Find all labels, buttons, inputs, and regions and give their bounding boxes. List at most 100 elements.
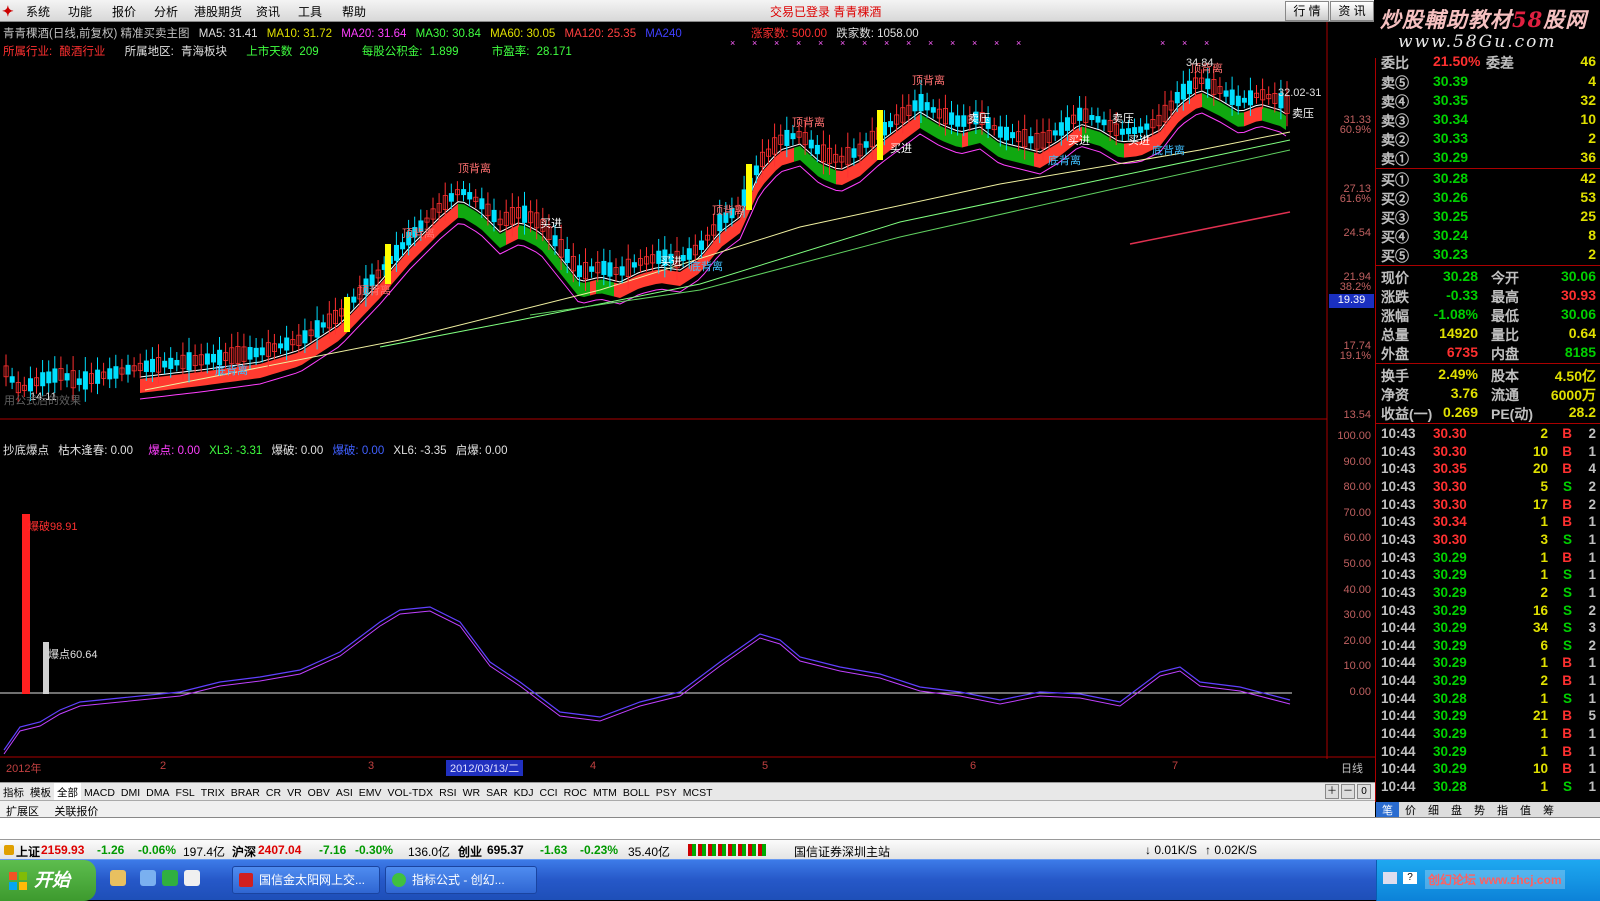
quote-panel-tab[interactable]: 笔: [1376, 802, 1399, 818]
menu-tools[interactable]: 工具: [298, 3, 322, 20]
ask-row[interactable]: 卖① 30.29 36: [1378, 148, 1598, 167]
price-axis-label: 27.13 61.6%: [1339, 183, 1371, 205]
chart-area[interactable]: 顶背离 顶背离 顶背离 顶背离 顶背离 顶背离 顶背离 底背离 底背离 底背离 底背离 卖压 卖压 卖压买…: [0, 22, 1375, 782]
candle-body: [491, 209, 497, 223]
quote-panel-tab[interactable]: 值: [1514, 802, 1537, 818]
zoom-button[interactable]: 0: [1357, 784, 1371, 799]
bid-row[interactable]: 买④ 30.24 8: [1378, 226, 1598, 245]
tray-network-icon[interactable]: [1383, 872, 1397, 884]
indicator-tab[interactable]: SAR: [483, 785, 511, 801]
indicator-tab[interactable]: TRIX: [198, 785, 228, 801]
news-button[interactable]: 资 讯: [1330, 1, 1374, 21]
tick-side: S: [1562, 637, 1572, 653]
tick-time: 10:44: [1381, 637, 1416, 653]
bid-row[interactable]: 买⑤ 30.23 2: [1378, 245, 1598, 264]
tick-price: 30.30: [1433, 443, 1467, 459]
menu-hk-futures[interactable]: 港股期货: [194, 3, 242, 20]
indicator-tab[interactable]: VOL-TDX: [385, 785, 437, 801]
indicator-tab[interactable]: DMA: [143, 785, 172, 801]
candle-body: [1119, 128, 1125, 135]
quote-panel-tab[interactable]: 细: [1422, 802, 1445, 818]
quote-label: 换手: [1381, 368, 1409, 384]
candle-body: [955, 115, 961, 127]
quote-panel-tab[interactable]: 价: [1399, 802, 1422, 818]
indicator-tab[interactable]: DMI: [118, 785, 143, 801]
ask-volume: 10: [1580, 111, 1596, 127]
ma-ribbon: [1244, 110, 1250, 127]
ma-ribbon: [596, 279, 602, 294]
tick-row: 10:43 30.30 17 B 2: [1378, 496, 1598, 514]
task-trading-app[interactable]: 国信金太阳网上交...: [232, 866, 380, 894]
marker: ×: [928, 38, 933, 48]
candle-body: [918, 93, 924, 112]
ask-row[interactable]: 卖③ 30.34 10: [1378, 110, 1598, 129]
indicator-tab[interactable]: MTM: [590, 785, 620, 801]
indicator-tab[interactable]: VR: [284, 785, 305, 801]
quote-panel-tab[interactable]: 筹: [1537, 802, 1560, 818]
ma-ribbon: [1214, 99, 1220, 116]
candle-body: [1205, 78, 1211, 90]
indicator-tab[interactable]: WR: [460, 785, 484, 801]
tick-side: B: [1562, 426, 1572, 441]
quotes-button[interactable]: 行 情: [1285, 1, 1329, 21]
indicator-tab[interactable]: ROC: [561, 785, 590, 801]
tray-forum-link[interactable]: 创幻论坛 www.zhcj.com: [1425, 870, 1565, 889]
tick-row: 10:44 30.29 2 B 1: [1378, 672, 1598, 690]
ma-ribbon: [974, 129, 980, 145]
indicator-tab[interactable]: EMV: [356, 785, 385, 801]
bid-row[interactable]: 买② 30.26 53: [1378, 188, 1598, 207]
ask-row[interactable]: 卖② 30.33 2: [1378, 129, 1598, 148]
quicklaunch-folder-icon[interactable]: [184, 870, 200, 886]
indicator-tab[interactable]: FSL: [173, 785, 198, 801]
candle-body: [393, 244, 399, 261]
menu-info[interactable]: 资讯: [256, 3, 280, 20]
kline-chart[interactable]: 顶背离顶背离顶背离顶背离顶背离顶背离顶背离底背离底背离底背离底背离卖压卖压卖压买…: [0, 22, 1375, 782]
indicator-tab[interactable]: RSI: [436, 785, 460, 801]
menu-function[interactable]: 功能: [68, 3, 92, 20]
ma-ribbon: [1256, 106, 1262, 122]
tray-help-icon[interactable]: ?: [1403, 872, 1417, 884]
quicklaunch-explorer-icon[interactable]: [110, 870, 126, 886]
task-formula-editor[interactable]: 指标公式 - 创幻...: [385, 866, 537, 894]
menu-quote[interactable]: 报价: [112, 3, 136, 20]
quote-panel-tab[interactable]: 盘: [1445, 802, 1468, 818]
candle-body: [1058, 122, 1064, 136]
tick-side: S: [1562, 584, 1572, 600]
menu-system[interactable]: 系统: [26, 3, 50, 20]
ma-ribbon: [584, 281, 590, 297]
quote-panel-tab[interactable]: 势: [1468, 802, 1491, 818]
ma-ribbon: [1220, 102, 1226, 120]
quote-panel-tab[interactable]: 指: [1491, 802, 1514, 818]
quicklaunch-browser-icon[interactable]: [162, 870, 178, 886]
start-button[interactable]: 开始: [0, 860, 96, 901]
indicator-axis-label: 80.00: [1343, 481, 1371, 494]
indicator-axis-label: 40.00: [1343, 583, 1371, 596]
indicator-tab[interactable]: OBV: [305, 785, 333, 801]
indicator-tab[interactable]: KDJ: [511, 785, 537, 801]
commission-ratio-label: 委比: [1381, 55, 1409, 71]
cursor-price-label: 19.39: [1329, 294, 1374, 308]
indicator-tab[interactable]: CR: [263, 785, 284, 801]
zoom-button[interactable]: －: [1341, 784, 1355, 799]
indicator-tab[interactable]: PSY: [653, 785, 680, 801]
ask-row[interactable]: 卖④ 30.35 32: [1378, 91, 1598, 110]
menu-help[interactable]: 帮助: [342, 3, 366, 20]
indicator-tab[interactable]: CCI: [537, 785, 561, 801]
tick-side: B: [1562, 461, 1572, 477]
indicator-tab[interactable]: MCST: [680, 785, 716, 801]
indicator-tab[interactable]: ASI: [333, 785, 356, 801]
indicator-tab[interactable]: BOLL: [620, 785, 653, 801]
indicator-tab[interactable]: MACD: [81, 785, 118, 801]
menu-analysis[interactable]: 分析: [154, 3, 178, 20]
tick-volume: 2: [1540, 584, 1548, 600]
zoom-button[interactable]: ＋: [1325, 784, 1339, 799]
bid-row[interactable]: 买③ 30.25 25: [1378, 207, 1598, 226]
tick-row: 10:44 30.28 1 S 1: [1378, 778, 1598, 796]
quote-label: 量比: [1491, 327, 1519, 343]
quicklaunch-desktop-icon[interactable]: [140, 870, 156, 886]
bid-row[interactable]: 买① 30.28 42: [1378, 169, 1598, 188]
ask-row[interactable]: 卖⑤ 30.39 4: [1378, 72, 1598, 91]
ma-ribbon: [272, 358, 278, 375]
ma-ribbon: [608, 281, 614, 297]
indicator-tab[interactable]: BRAR: [228, 785, 263, 801]
